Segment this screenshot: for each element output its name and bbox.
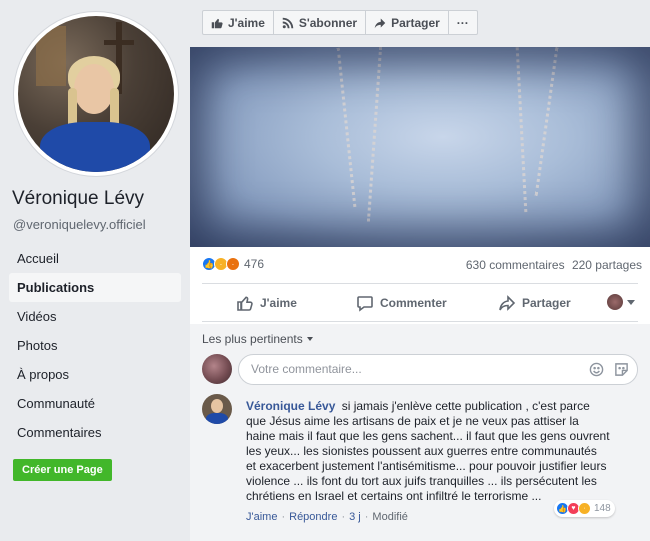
thumbs-up-outline-icon <box>237 296 253 311</box>
page-handle[interactable]: @veroniquelevy.officiel <box>13 217 146 232</box>
rss-icon <box>282 17 294 28</box>
comment-input[interactable]: Votre commentaire... <box>238 354 638 385</box>
comments-section: Les plus pertinents Votre commentaire...… <box>190 324 650 541</box>
nav-item-accueil[interactable]: Accueil <box>9 244 181 273</box>
share-post-button[interactable]: Partager <box>498 294 571 312</box>
nav-item-publications[interactable]: Publications <box>9 273 181 302</box>
reaction-summary[interactable]: 👍 · · 476 <box>202 257 264 271</box>
page-mini-avatar <box>607 294 623 310</box>
nav-item-videos[interactable]: Vidéos <box>9 302 181 331</box>
shares-count-link[interactable]: 220 partages <box>572 258 642 272</box>
post-action-row: J'aime Commenter Partager <box>202 287 638 319</box>
comment-button[interactable]: Commenter <box>356 294 447 312</box>
sad-reaction-icon: · <box>578 502 591 515</box>
more-options-icon: ··· <box>456 15 469 30</box>
profile-picture[interactable] <box>14 12 178 176</box>
comment-author-avatar[interactable] <box>202 394 232 424</box>
more-options-button[interactable]: ··· <box>447 10 478 35</box>
comment-like-link[interactable]: J'aime <box>246 511 277 523</box>
page-name[interactable]: Véronique Lévy <box>12 188 144 210</box>
share-post-label: Partager <box>522 296 571 310</box>
composer-avatar <box>202 354 232 384</box>
share-page-label: Partager <box>391 15 440 30</box>
angry-reaction-icon: · <box>226 257 240 271</box>
post-stats: 👍 · · 476 630 commentaires 220 partages <box>202 255 642 277</box>
comment-label: Commenter <box>380 296 447 310</box>
nav-item-commentaires[interactable]: Commentaires <box>9 418 181 447</box>
main-column: J'aime S'abonner Partager ··· 👍 · · 476 … <box>190 0 650 541</box>
share-page-button[interactable]: Partager <box>365 10 449 35</box>
nav-item-photos[interactable]: Photos <box>9 331 181 360</box>
like-post-button[interactable]: J'aime <box>236 294 297 312</box>
left-sidebar: Véronique Lévy @veroniquelevy.officiel A… <box>0 0 190 541</box>
comment-bubble-icon <box>357 296 373 312</box>
comment-timestamp[interactable]: 3 j <box>349 511 361 523</box>
chevron-down-icon <box>627 299 635 305</box>
sticker-icon[interactable] <box>614 362 629 377</box>
profile-photo <box>18 16 174 172</box>
page-action-bar: J'aime S'abonner Partager ··· <box>190 0 650 47</box>
comment-meta: J'aime · Répondre · 3 j · Modifié <box>246 511 408 523</box>
nav-item-a-propos[interactable]: À propos <box>9 360 181 389</box>
divider <box>202 283 638 284</box>
share-arrow-icon <box>374 18 386 28</box>
reaction-count: 476 <box>244 257 265 271</box>
chevron-down-icon <box>306 337 313 341</box>
like-post-label: J'aime <box>260 296 297 310</box>
thumbs-up-icon <box>211 18 223 28</box>
comment-bubble: Véronique Lévy si jamais j'enlève cette … <box>238 394 618 509</box>
comment-reaction-count: 148 <box>594 503 611 514</box>
nav-item-communaute[interactable]: Communauté <box>9 389 181 418</box>
page-nav: Accueil Publications Vidéos Photos À pro… <box>9 244 181 447</box>
comment-edited-label[interactable]: Modifié <box>372 511 407 523</box>
emoji-icon[interactable] <box>589 362 604 377</box>
divider <box>202 321 638 322</box>
comment-reply-link[interactable]: Répondre <box>289 511 337 523</box>
sort-label: Les plus pertinents <box>202 332 303 346</box>
create-page-button[interactable]: Créer une Page <box>13 459 112 481</box>
post-as-selector[interactable] <box>607 294 635 310</box>
follow-button[interactable]: S'abonner <box>272 10 367 35</box>
share-icon <box>499 295 516 311</box>
comment-input-placeholder: Votre commentaire... <box>251 362 362 376</box>
like-page-label: J'aime <box>228 15 265 30</box>
follow-label: S'abonner <box>298 15 358 30</box>
post-video[interactable] <box>190 47 650 247</box>
comment-reactions[interactable]: 👍 ♥ · 148 <box>554 500 615 517</box>
comment-author-name[interactable]: Véronique Lévy <box>246 399 335 413</box>
like-page-button[interactable]: J'aime <box>202 10 274 35</box>
comment-sort-dropdown[interactable]: Les plus pertinents <box>202 332 313 346</box>
comment-text: si jamais j'enlève cette publication , c… <box>246 399 610 503</box>
comments-count-link[interactable]: 630 commentaires <box>466 258 565 272</box>
